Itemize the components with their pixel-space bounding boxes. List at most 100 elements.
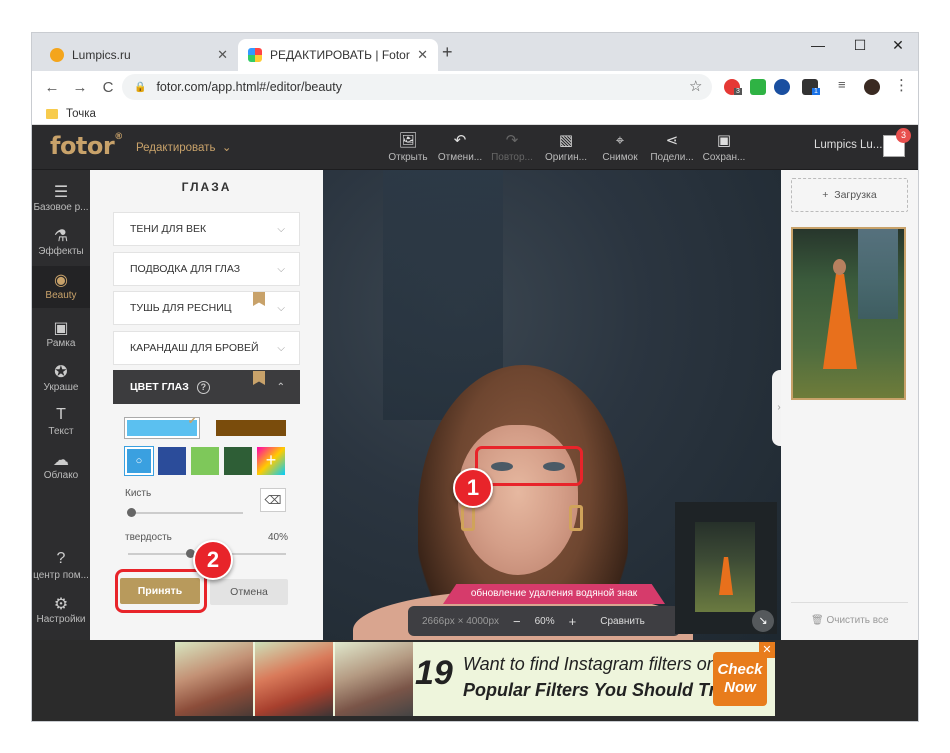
compare-button[interactable]: Сравнить: [600, 616, 645, 627]
reading-list-icon[interactable]: ≡: [838, 77, 846, 92]
advertisement-banner[interactable]: 19 Want to find Instagram filters online…: [175, 642, 775, 716]
cloud-icon: ☁: [53, 452, 69, 469]
sliders-icon: ☰: [53, 184, 69, 201]
zoom-in-button[interactable]: +: [569, 614, 577, 629]
user-name[interactable]: Lumpics Lu...: [814, 139, 882, 151]
tab-title: РЕДАКТИРОВАТЬ | Fotor: [270, 48, 410, 62]
fotor-app: fotor® Редактировать ⌄ 🖼 Открыть ↶ Отмени.…: [32, 125, 918, 721]
brush-label: Кисть: [125, 488, 152, 499]
profile-avatar[interactable]: [864, 79, 880, 95]
original-button[interactable]: ▧ Оригин...: [542, 132, 590, 163]
ad-cta-button[interactable]: Check Now: [713, 652, 767, 706]
photo-earring-right: [569, 505, 583, 531]
url-text: fotor.com/app.html#/editor/beauty: [156, 80, 342, 94]
color-swatch-darkgreen[interactable]: [224, 447, 252, 475]
tab-close-icon[interactable]: ✕: [217, 47, 228, 63]
help-icon[interactable]: ?: [196, 380, 210, 394]
bookmark-star-icon[interactable]: ☆: [689, 77, 702, 95]
ad-photo-1: [175, 642, 253, 716]
close-window-button[interactable]: ✕: [878, 37, 918, 54]
eraser-button[interactable]: ⌫: [260, 488, 286, 512]
bookmark-item[interactable]: Точка: [66, 108, 96, 120]
chevron-down-icon: ⌵: [277, 223, 285, 235]
arrow-down-right-icon: ↘: [758, 615, 768, 627]
sidebar-item-beauty[interactable]: ◉ Beauty: [32, 266, 90, 308]
divider: [791, 602, 908, 603]
accordion-eyeliner[interactable]: ПОДВОДКА ДЛЯ ГЛАЗ ⌵: [113, 252, 300, 286]
brush-slider-handle[interactable]: [127, 508, 136, 517]
add-color-button[interactable]: +: [257, 447, 285, 475]
save-button[interactable]: ▣ Сохран...: [700, 132, 748, 163]
maximize-button[interactable]: ☐: [840, 37, 880, 54]
snapshot-icon: ⌖: [615, 132, 625, 149]
clear-all-button[interactable]: 🗑 Очистить все: [811, 615, 889, 626]
photo-canvas[interactable]: 1 обновление удаления водяной знак 2666p…: [323, 170, 781, 640]
color-swatch-brown[interactable]: [216, 420, 286, 436]
image-thumbnail[interactable]: [791, 227, 906, 400]
address-bar-row: ← → C 🔒 fotor.com/app.html#/editor/beaut…: [32, 71, 918, 103]
original-icon: ▧: [558, 132, 574, 149]
sidebar-item-decorations[interactable]: ✪ Украше: [32, 362, 90, 393]
new-tab-button[interactable]: +: [442, 42, 453, 63]
collapse-minimap-button[interactable]: ↘: [752, 610, 774, 632]
cancel-button[interactable]: Отмена: [210, 579, 288, 605]
step-marker-1: 1: [453, 468, 493, 508]
color-swatch-blue[interactable]: ○: [124, 446, 154, 476]
sidebar-item-basic[interactable]: ☰ Базовое р...: [32, 182, 90, 213]
accordion-mascara[interactable]: ТУШЬ ДЛЯ РЕСНИЦ ⌵: [113, 291, 300, 325]
tab-lumpics[interactable]: Lumpics.ru ✕: [40, 39, 238, 71]
app-header: fotor® Редактировать ⌄ 🖼 Открыть ↶ Отмени.…: [32, 125, 918, 170]
menu-kebab-icon[interactable]: ⋮: [894, 76, 909, 94]
sidebar-item-text[interactable]: T Текст: [32, 406, 90, 437]
accordion-eyeshadow[interactable]: ТЕНИ ДЛЯ ВЕК ⌵: [113, 212, 300, 246]
share-button[interactable]: ⋖ Подели...: [648, 132, 696, 163]
trash-icon: 🗑: [811, 615, 824, 626]
sidebar-item-settings[interactable]: ⚙ Настройки: [32, 594, 90, 625]
edit-mode-dropdown[interactable]: Редактировать ⌄: [136, 140, 231, 154]
open-image-icon: 🖼: [398, 132, 418, 149]
color-swatch-green[interactable]: [191, 447, 219, 475]
redo-button[interactable]: ↷ Повтор...: [488, 132, 536, 163]
sidebar-item-cloud[interactable]: ☁ Облако: [32, 450, 90, 481]
hardness-value: 40%: [268, 532, 289, 543]
ad-close-button[interactable]: ✕: [759, 642, 775, 658]
fotor-logo[interactable]: fotor®: [50, 132, 123, 160]
tab-title: Lumpics.ru: [72, 48, 131, 62]
sidebar-item-effects[interactable]: ⚗ Эффекты: [32, 226, 90, 257]
ad-photo-2: [255, 642, 333, 716]
upload-button[interactable]: + Загрузка: [791, 178, 908, 212]
tab-close-icon[interactable]: ✕: [417, 47, 428, 63]
open-button[interactable]: 🖼 Открыть: [384, 132, 432, 163]
accordion-eye-color[interactable]: ЦВЕТ ГЛАЗ? ⌃: [113, 370, 300, 404]
zoom-out-button[interactable]: −: [513, 614, 521, 629]
sidebar-item-frame[interactable]: ▣ Рамка: [32, 318, 90, 349]
lock-icon: 🔒: [134, 81, 147, 93]
minimize-button[interactable]: —: [798, 37, 838, 53]
tool-sidebar: ☰ Базовое р... ⚗ Эффекты ◉ Beauty ▣ Рамка ✪ У…: [32, 170, 90, 640]
sticker-icon: ✪: [54, 364, 68, 381]
watermark-banner[interactable]: обновление удаления водяной знак: [443, 584, 665, 604]
plus-icon: +: [822, 189, 829, 201]
share-icon: ⋖: [665, 132, 679, 149]
forward-button[interactable]: →: [66, 79, 94, 96]
reload-button[interactable]: C: [94, 79, 122, 96]
sidebar-item-help[interactable]: ? центр пом...: [32, 550, 90, 581]
color-swatch-navy[interactable]: [158, 447, 186, 475]
browser-window: Lumpics.ru ✕ РЕДАКТИРОВАТЬ | Fotor ✕ + —…: [32, 33, 918, 721]
globe-extension-icon[interactable]: [774, 79, 790, 95]
chevron-down-icon: ⌵: [277, 342, 285, 354]
frame-icon: ▣: [53, 320, 69, 337]
music-extension-icon[interactable]: [750, 79, 766, 95]
navigator-minimap[interactable]: ↘: [675, 502, 777, 634]
undo-button[interactable]: ↶ Отмени...: [436, 132, 484, 163]
folder-icon: [46, 108, 58, 119]
lumpics-favicon-icon: [50, 48, 64, 62]
url-bar[interactable]: 🔒 fotor.com/app.html#/editor/beauty: [122, 74, 712, 100]
snapshot-button[interactable]: ⌖ Снимок: [596, 132, 644, 163]
back-button[interactable]: ←: [38, 79, 66, 96]
accordion-eyebrow-pencil[interactable]: КАРАНДАШ ДЛЯ БРОВЕЙ ⌵: [113, 331, 300, 365]
tab-fotor[interactable]: РЕДАКТИРОВАТЬ | Fotor ✕: [238, 39, 438, 71]
brush-slider[interactable]: [128, 512, 243, 514]
extension-badge: 3: [734, 88, 742, 95]
eyes-panel: ГЛАЗА ТЕНИ ДЛЯ ВЕК ⌵ ПОДВОДКА ДЛЯ ГЛАЗ ⌵ Т…: [90, 170, 323, 640]
